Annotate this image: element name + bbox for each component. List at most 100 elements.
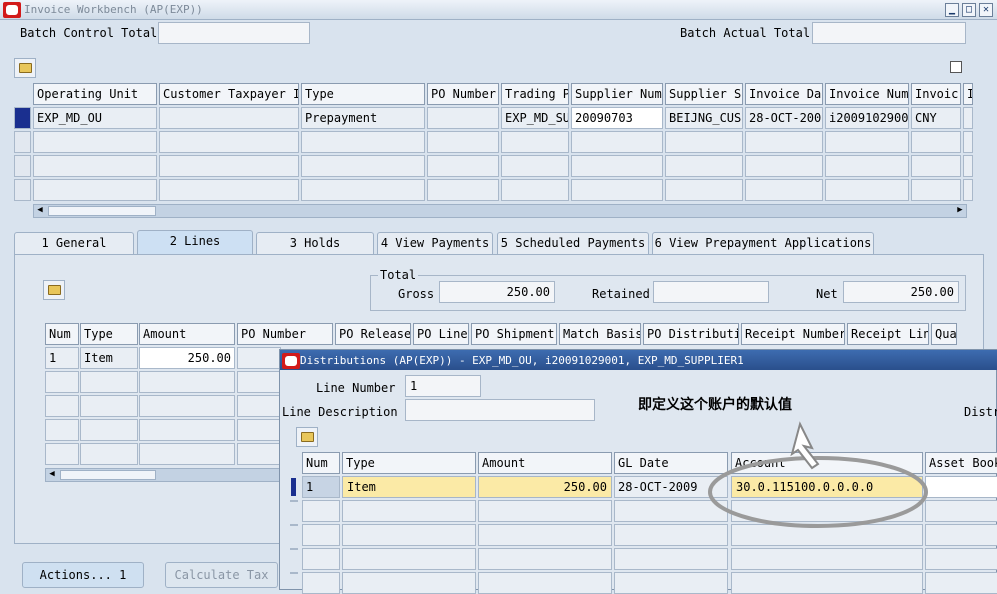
lines-grid-empty-cell[interactable]: [237, 371, 281, 393]
tab-lines[interactable]: 2 Lines: [137, 230, 253, 254]
invoice-grid-empty-cell[interactable]: [963, 179, 973, 201]
invoice-grid-empty-cell[interactable]: [501, 179, 569, 201]
select-all-checkbox[interactable]: [950, 61, 962, 73]
lines-col-po-shipment[interactable]: PO Shipment: [471, 323, 557, 345]
lines-cell-type[interactable]: Item: [80, 347, 138, 369]
lines-grid-empty-cell[interactable]: [139, 443, 235, 465]
invoice-grid-empty-cell[interactable]: [159, 155, 299, 177]
cell-more[interactable]: [963, 107, 973, 129]
lines-col-amount[interactable]: Amount: [139, 323, 235, 345]
lines-grid-empty-cell[interactable]: [139, 419, 235, 441]
lines-grid-empty-cell[interactable]: [80, 395, 138, 417]
maximize-icon[interactable]: □: [962, 3, 976, 17]
col-supplier-num[interactable]: Supplier Num: [571, 83, 663, 105]
cell-customer-taxpayer[interactable]: [159, 107, 299, 129]
invoice-grid-empty-cell[interactable]: [301, 179, 425, 201]
dist-cell-type[interactable]: Item: [342, 476, 476, 498]
tab-scheduled-payments[interactable]: 5 Scheduled Payments: [497, 232, 649, 254]
lines-grid-scrollbar[interactable]: ◀: [45, 468, 281, 482]
lines-grid-empty-cell[interactable]: [80, 371, 138, 393]
dist-grid-empty-cell[interactable]: [302, 500, 340, 522]
dist-row-selector-current[interactable]: [291, 478, 296, 496]
dist-cell-num[interactable]: 1: [302, 476, 340, 498]
lines-folder-button[interactable]: [43, 280, 65, 300]
lines-col-receipt-line[interactable]: Receipt Lin: [847, 323, 929, 345]
invoice-grid-empty-cell[interactable]: [911, 155, 961, 177]
distributions-folder-button[interactable]: [296, 427, 318, 447]
invoice-grid-empty-cell[interactable]: [571, 155, 663, 177]
lines-cell-amount[interactable]: 250.00: [139, 347, 235, 369]
dist-col-type[interactable]: Type: [342, 452, 476, 474]
invoice-grid-scrollbar[interactable]: ◀ ▶: [33, 204, 967, 218]
dist-row-selector[interactable]: [290, 500, 298, 502]
invoice-grid-empty-cell[interactable]: [745, 131, 823, 153]
invoice-grid-empty-cell[interactable]: [571, 131, 663, 153]
scroll-thumb[interactable]: [60, 470, 156, 480]
invoice-grid-empty-cell[interactable]: [825, 131, 909, 153]
lines-col-po-distribution[interactable]: PO Distributi: [643, 323, 739, 345]
col-invoice-date[interactable]: Invoice Dat: [745, 83, 823, 105]
dist-grid-empty-cell[interactable]: [614, 572, 728, 594]
lines-grid-empty-cell[interactable]: [139, 371, 235, 393]
invoice-grid-empty-cell[interactable]: [33, 131, 157, 153]
dist-col-num[interactable]: Num: [302, 452, 340, 474]
col-po-number[interactable]: PO Number: [427, 83, 499, 105]
col-customer-taxpayer[interactable]: Customer Taxpayer I: [159, 83, 299, 105]
lines-col-po-line[interactable]: PO Line: [413, 323, 469, 345]
col-trading-partner[interactable]: Trading P: [501, 83, 569, 105]
dist-grid-empty-cell[interactable]: [478, 548, 612, 570]
cell-invoice-date[interactable]: 28-OCT-200:: [745, 107, 823, 129]
minimize-icon[interactable]: ▁: [945, 3, 959, 17]
lines-cell-num[interactable]: 1: [45, 347, 79, 369]
dist-grid-empty-cell[interactable]: [478, 500, 612, 522]
cell-trading-partner[interactable]: EXP_MD_SU: [501, 107, 569, 129]
dist-grid-empty-cell[interactable]: [925, 572, 997, 594]
dist-grid-empty-cell[interactable]: [302, 572, 340, 594]
scroll-left-icon[interactable]: ◀: [34, 205, 46, 217]
col-invoice-num[interactable]: Invoice Num: [825, 83, 909, 105]
line-description-field[interactable]: [405, 399, 595, 421]
cell-supplier-site[interactable]: BEIJNG_CUS: [665, 107, 743, 129]
dist-grid-empty-cell[interactable]: [614, 548, 728, 570]
cell-supplier-num[interactable]: 20090703: [571, 107, 663, 129]
col-more[interactable]: I: [963, 83, 973, 105]
close-icon[interactable]: ✕: [979, 3, 993, 17]
cell-invoice-num[interactable]: i2009102900:: [825, 107, 909, 129]
invoice-grid-empty-cell[interactable]: [911, 131, 961, 153]
dist-grid-empty-cell[interactable]: [731, 572, 923, 594]
col-operating-unit[interactable]: Operating Unit: [33, 83, 157, 105]
row-selector[interactable]: [14, 131, 31, 153]
invoice-grid-empty-cell[interactable]: [501, 155, 569, 177]
row-selector[interactable]: [14, 155, 31, 177]
dist-row-selector[interactable]: [290, 572, 298, 574]
lines-grid-empty-cell[interactable]: [237, 419, 281, 441]
dist-grid-empty-cell[interactable]: [342, 500, 476, 522]
tab-view-prepayment-applications[interactable]: 6 View Prepayment Applications: [652, 232, 874, 254]
dist-grid-empty-cell[interactable]: [302, 548, 340, 570]
invoice-grid-empty-cell[interactable]: [427, 131, 499, 153]
col-supplier-site[interactable]: Supplier S:: [665, 83, 743, 105]
dist-grid-empty-cell[interactable]: [731, 548, 923, 570]
lines-grid-empty-cell[interactable]: [45, 371, 79, 393]
dist-grid-empty-cell[interactable]: [478, 572, 612, 594]
invoice-grid-empty-cell[interactable]: [427, 155, 499, 177]
cell-type[interactable]: Prepayment: [301, 107, 425, 129]
invoice-grid-empty-cell[interactable]: [571, 179, 663, 201]
invoice-grid-empty-cell[interactable]: [825, 155, 909, 177]
invoice-grid-empty-cell[interactable]: [665, 155, 743, 177]
invoice-grid-empty-cell[interactable]: [33, 155, 157, 177]
invoice-grid-empty-cell[interactable]: [159, 131, 299, 153]
actions-button[interactable]: Actions... 1: [22, 562, 144, 588]
lines-col-quantity[interactable]: Qua: [931, 323, 957, 345]
lines-grid-empty-cell[interactable]: [80, 419, 138, 441]
cell-po-number[interactable]: [427, 107, 499, 129]
lines-grid-empty-cell[interactable]: [237, 443, 281, 465]
cell-invoice-currency[interactable]: CNY: [911, 107, 961, 129]
retained-field[interactable]: [653, 281, 769, 303]
invoice-grid-empty-cell[interactable]: [665, 131, 743, 153]
invoice-grid-empty-cell[interactable]: [911, 179, 961, 201]
tab-view-payments[interactable]: 4 View Payments: [377, 232, 493, 254]
invoice-grid-empty-cell[interactable]: [745, 155, 823, 177]
tab-holds[interactable]: 3 Holds: [256, 232, 374, 254]
invoice-grid-empty-cell[interactable]: [427, 179, 499, 201]
